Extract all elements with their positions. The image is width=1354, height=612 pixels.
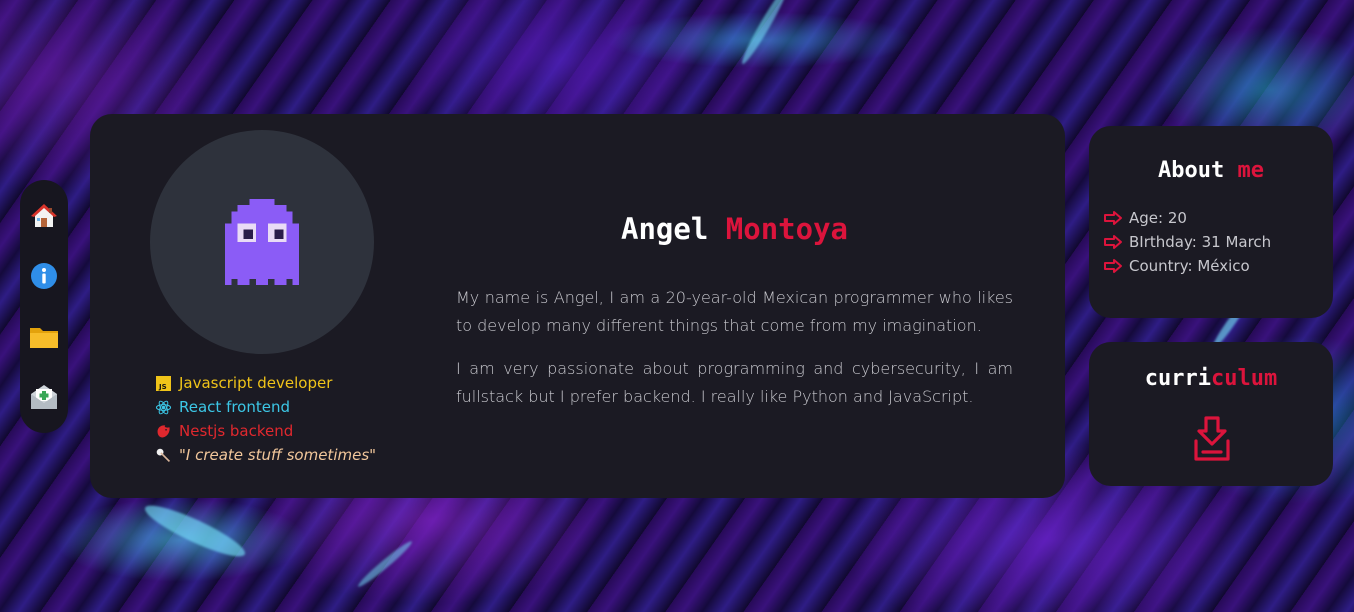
skill-label: Javascript developer: [179, 374, 333, 392]
folder-icon: [30, 327, 58, 348]
arrow-right-icon: [1104, 235, 1122, 249]
about-item-country: Country: México: [1103, 254, 1271, 278]
page-title: Angel Montoya: [456, 212, 1013, 246]
about-title-part1: About: [1158, 158, 1225, 183]
house-icon: [31, 204, 57, 228]
background-streak: [738, 0, 792, 67]
about-item-birthday: BIrthday: 31 March: [1103, 230, 1271, 254]
ghost-icon: [225, 199, 299, 285]
about-title: About me: [1089, 158, 1333, 183]
skill-item-react: React frontend: [155, 395, 376, 419]
profile-card: JS Javascript developer React frontend N…: [90, 114, 1065, 498]
avatar: [150, 130, 374, 354]
pushpin-icon: [155, 447, 172, 464]
sidebar-item-projects[interactable]: [28, 321, 60, 353]
arrow-right-icon: [1104, 259, 1122, 273]
about-list: Age: 20 BIrthday: 31 March Country: Méxi…: [1103, 206, 1271, 278]
bio: My name is Angel, I am a 20-year-old Mex…: [456, 284, 1013, 426]
skill-label: Nestjs backend: [179, 422, 294, 440]
curriculum-card: curriculum: [1089, 342, 1333, 486]
javascript-icon: JS: [155, 375, 172, 392]
sidebar-item-home[interactable]: [28, 200, 60, 232]
skill-item-nestjs: Nestjs backend: [155, 419, 376, 443]
react-icon: [155, 399, 172, 416]
svg-text:JS: JS: [158, 383, 167, 391]
about-item-label: Age: 20: [1129, 209, 1187, 227]
skills-list: JS Javascript developer React frontend N…: [155, 371, 376, 467]
sidebar-nav: [20, 180, 68, 433]
about-title-part2: me: [1237, 158, 1264, 183]
mail-icon: [31, 384, 57, 409]
bio-paragraph: I am very passionate about programming a…: [456, 359, 1013, 406]
bio-paragraph: My name is Angel, I am a 20-year-old Mex…: [456, 288, 1013, 335]
curriculum-title-part2: culum: [1211, 366, 1278, 391]
first-name: Angel: [621, 212, 709, 246]
nestjs-icon: [155, 423, 172, 440]
download-cv-button[interactable]: [1192, 414, 1232, 464]
arrow-right-icon: [1104, 211, 1122, 225]
info-icon: [31, 263, 57, 290]
skill-label: "I create stuff sometimes": [179, 446, 377, 464]
download-icon: [1194, 416, 1230, 461]
last-name: Montoya: [725, 212, 848, 246]
background-streak: [140, 497, 250, 565]
about-card: About me Age: 20 BIrthday: 31 March Coun…: [1089, 126, 1333, 318]
skill-label: React frontend: [179, 398, 291, 416]
sidebar-item-contact[interactable]: [28, 381, 60, 413]
curriculum-title-part1: curri: [1144, 366, 1211, 391]
about-item-label: Country: México: [1129, 257, 1250, 275]
skill-item-javascript: JS Javascript developer: [155, 371, 376, 395]
sidebar-item-info[interactable]: [28, 260, 60, 292]
about-item-label: BIrthday: 31 March: [1129, 233, 1272, 251]
about-item-age: Age: 20: [1103, 206, 1271, 230]
skill-item-quote: "I create stuff sometimes": [155, 443, 376, 467]
curriculum-title: curriculum: [1089, 366, 1333, 391]
background-streak: [355, 538, 415, 590]
